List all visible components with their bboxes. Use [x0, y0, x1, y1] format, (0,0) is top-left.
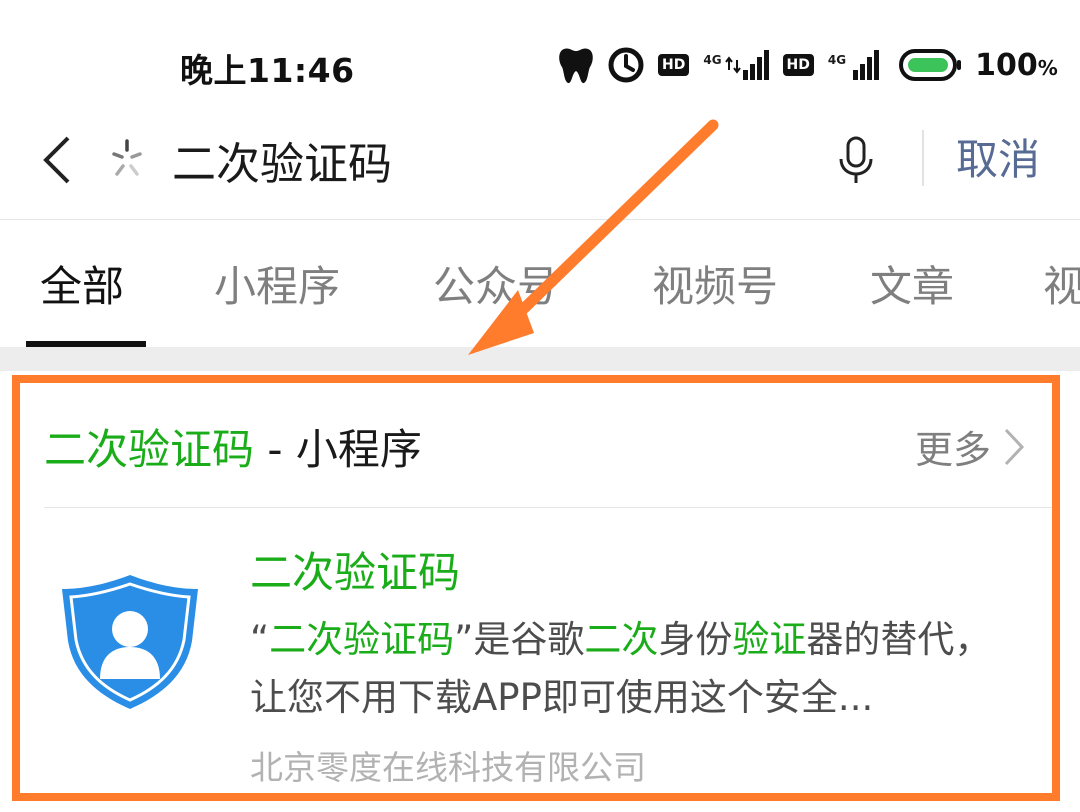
tab-mini-programs[interactable]: 小程序	[214, 253, 340, 314]
more-label: 更多	[915, 428, 992, 472]
more-link[interactable]: 更多	[915, 419, 1025, 474]
back-arrow-icon	[43, 136, 70, 184]
hd-badge: HD	[658, 54, 690, 76]
loading-spinner-icon	[104, 136, 150, 182]
tab-more-partial[interactable]: 视	[1043, 253, 1080, 314]
network-type-label: 4G	[827, 53, 847, 67]
chevron-right-icon	[1004, 428, 1025, 465]
item-description: “二次验证码”是谷歌二次身份验证器的替代，让您不用下载APP即可使用这个安全..…	[250, 618, 992, 719]
microphone-icon	[839, 136, 873, 183]
tab-channels[interactable]: 视频号	[652, 253, 778, 314]
section-separator	[0, 347, 1080, 371]
status-icons: HD 4G HD 4G 100%	[558, 42, 1058, 88]
network-type-label: 4G	[703, 53, 722, 67]
signal-icon: 4G	[828, 50, 885, 80]
status-bar: 晚上11:46 HD 4G HD 4G 100%	[0, 0, 1080, 110]
item-company: 北京零度在线科技有限公司	[250, 748, 646, 787]
back-button[interactable]	[32, 130, 82, 190]
search-divider	[922, 130, 924, 186]
item-title: 二次验证码	[250, 548, 461, 597]
section-divider	[44, 507, 1054, 508]
mini-program-results: 二次验证码 - 小程序 更多 二次验证码 “二次验证码”是谷歌二次身份验证器的替…	[0, 371, 1080, 812]
battery-icon	[899, 48, 962, 82]
cancel-button[interactable]: 取消	[956, 130, 1040, 190]
signal-icon: 4G	[703, 50, 769, 80]
mini-program-result-item[interactable]: 二次验证码 “二次验证码”是谷歌二次身份验证器的替代，让您不用下载APP即可使用…	[44, 531, 1044, 801]
tab-articles[interactable]: 文章	[870, 253, 954, 314]
hd-badge: HD	[782, 54, 814, 76]
search-bar: 取消	[0, 110, 1080, 220]
search-input[interactable]	[172, 128, 792, 192]
tab-all[interactable]: 全部	[40, 253, 124, 314]
battery-percent: 100%	[975, 47, 1058, 83]
tooth-icon	[558, 45, 594, 85]
tab-bar: 全部 小程序 公众号 视频号 文章 视	[0, 221, 1080, 347]
status-time: 晚上11:46	[180, 51, 355, 90]
clock-icon	[608, 47, 644, 83]
mic-button[interactable]	[832, 130, 880, 190]
shield-user-icon	[58, 571, 202, 711]
tab-official-accounts[interactable]: 公众号	[433, 253, 559, 314]
section-header: 二次验证码 - 小程序	[44, 425, 422, 474]
